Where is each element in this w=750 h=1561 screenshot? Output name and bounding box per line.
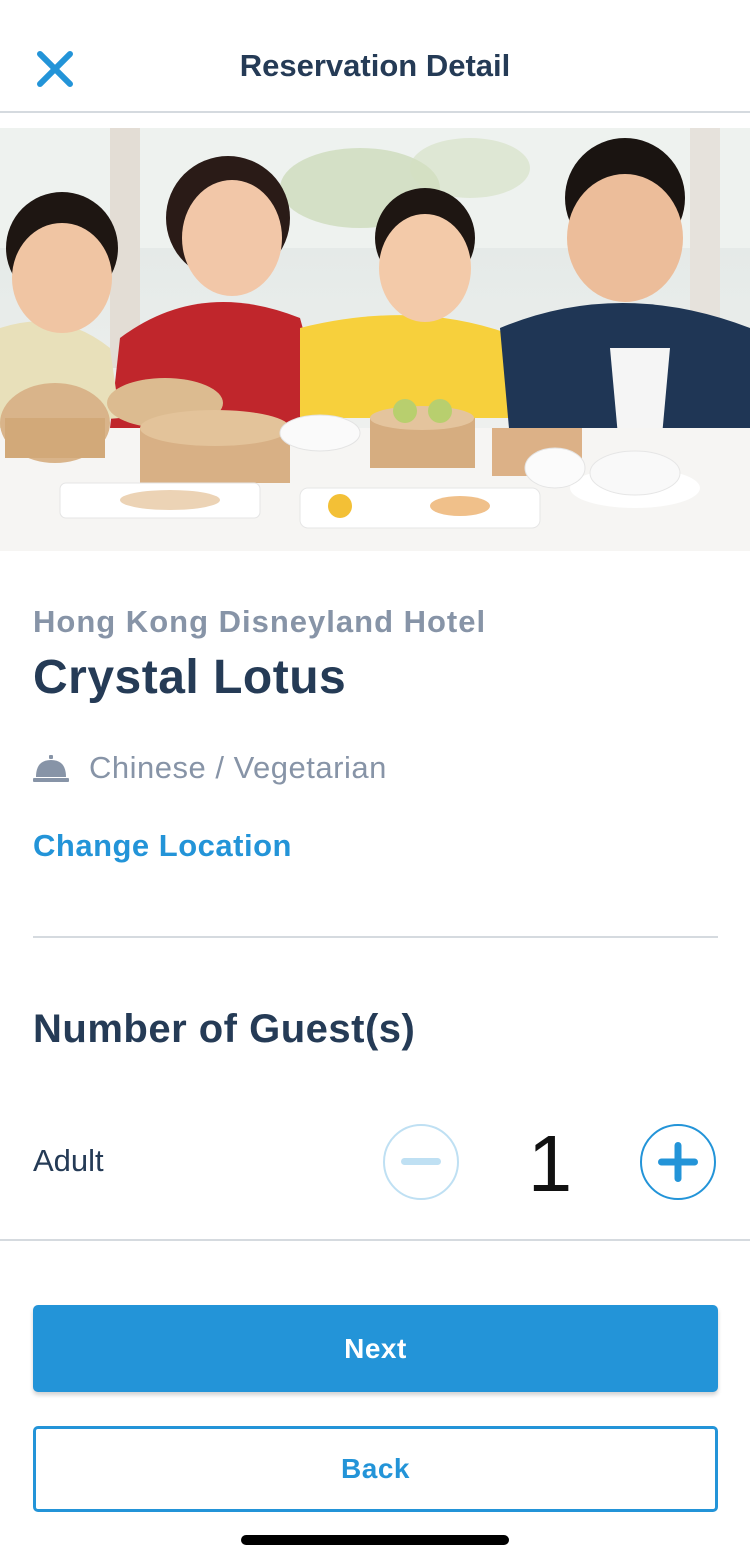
reservation-detail-screen: Reservation Detail Hong Kong Disneyland … xyxy=(0,0,750,1561)
minus-icon xyxy=(401,1158,441,1165)
restaurant-name: Crystal Lotus xyxy=(33,651,347,704)
back-button[interactable]: Back xyxy=(33,1426,718,1512)
header-bar: Reservation Detail xyxy=(0,0,750,113)
page-title: Reservation Detail xyxy=(239,48,511,83)
increment-adult-button[interactable] xyxy=(640,1124,716,1200)
plus-icon xyxy=(658,1142,698,1182)
adult-label: Adult xyxy=(33,1143,104,1178)
change-location-link[interactable]: Change Location xyxy=(33,828,292,864)
family-dining-photo xyxy=(0,128,750,551)
cuisine-row: Chinese / Vegetarian xyxy=(33,746,387,790)
next-button[interactable]: Next xyxy=(33,1305,718,1392)
decrement-adult-button[interactable] xyxy=(383,1124,459,1200)
hotel-name: Hong Kong Disneyland Hotel xyxy=(33,604,487,639)
cuisine-type: Chinese / Vegetarian xyxy=(89,750,387,785)
home-indicator[interactable] xyxy=(241,1535,509,1545)
restaurant-hero-image xyxy=(0,128,750,551)
service-bell-icon xyxy=(33,755,69,782)
adult-count: 1 xyxy=(527,1119,573,1208)
section-divider xyxy=(0,1239,750,1241)
guests-section-title: Number of Guest(s) xyxy=(33,1007,416,1051)
section-divider xyxy=(33,936,718,938)
